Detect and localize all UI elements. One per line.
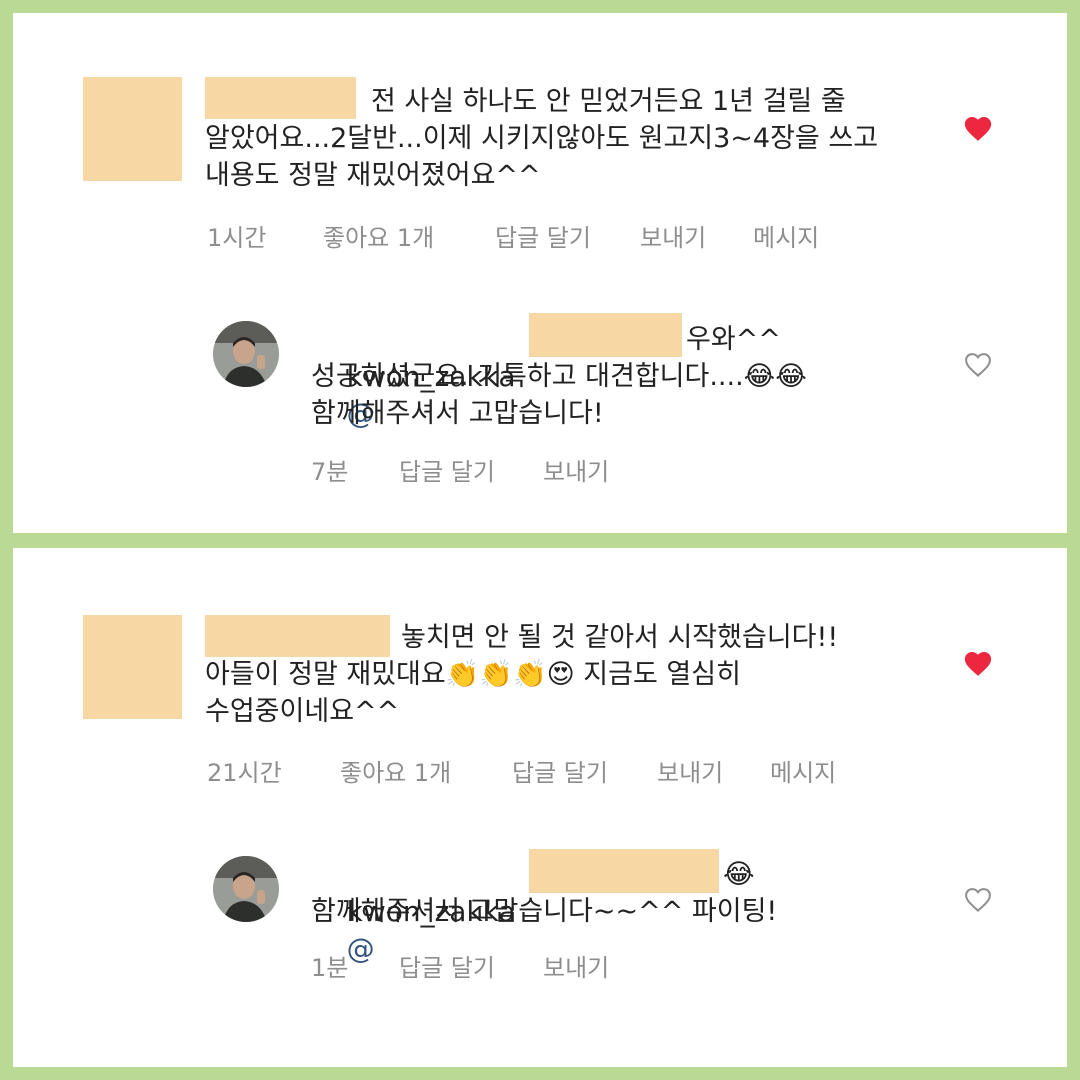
- reply-button[interactable]: 답글 달기: [495, 223, 591, 253]
- liked-heart-icon[interactable]: [963, 114, 993, 142]
- reply-button[interactable]: 답글 달기: [512, 758, 608, 788]
- send-button[interactable]: 보내기: [657, 758, 723, 788]
- comment-panel-2: 놓치면 안 될 것 같아서 시작했습니다!! 아들이 정말 재밌대요👏👏👏😍 지…: [13, 548, 1067, 1067]
- message-button[interactable]: 메시지: [753, 223, 819, 253]
- reply-button[interactable]: 답글 달기: [399, 457, 495, 487]
- send-button[interactable]: 보내기: [543, 457, 609, 487]
- comment-text: 놓치면 안 될 것 같아서 시작했습니다!! 아들이 정말 재밌대요👏👏👏😍 지…: [205, 622, 839, 727]
- reply-button[interactable]: 답글 달기: [399, 953, 495, 983]
- heart-outline-icon[interactable]: [963, 350, 993, 378]
- reply-avatar[interactable]: [213, 856, 279, 922]
- mention-symbol[interactable]: @: [347, 932, 375, 965]
- send-button[interactable]: 보내기: [543, 953, 609, 983]
- comment-text: 전 사실 하나도 안 믿었거든요 1년 걸릴 줄 알았어요...2달반...이제…: [205, 86, 887, 191]
- reply-avatar[interactable]: [213, 321, 279, 387]
- redacted-avatar: [83, 615, 182, 719]
- reply-text: 우와^^ 성공하셨군요. 기특하고 대견합니다....😂😂 함께해주셔서 고맙습…: [311, 324, 807, 429]
- timestamp: 1분: [311, 954, 349, 982]
- timestamp: 7분: [311, 458, 349, 486]
- message-button[interactable]: 메시지: [770, 758, 836, 788]
- reply-text: 😂 함께해주셔서 고맙습니다~~^^ 파이팅!: [311, 859, 778, 927]
- timestamp: 1시간: [207, 224, 267, 252]
- heart-outline-icon[interactable]: [963, 885, 993, 913]
- timestamp: 21시간: [207, 759, 282, 787]
- person-avatar-icon: [213, 321, 279, 387]
- likes-count-button[interactable]: 좋아요 1개: [340, 758, 451, 788]
- send-button[interactable]: 보내기: [640, 223, 706, 253]
- likes-count-button[interactable]: 좋아요 1개: [323, 223, 434, 253]
- liked-heart-icon[interactable]: [963, 649, 993, 677]
- person-avatar-icon: [213, 856, 279, 922]
- redacted-avatar: [83, 77, 182, 181]
- comment-panel-1: 전 사실 하나도 안 믿었거든요 1년 걸릴 줄 알았어요...2달반...이제…: [13, 13, 1067, 533]
